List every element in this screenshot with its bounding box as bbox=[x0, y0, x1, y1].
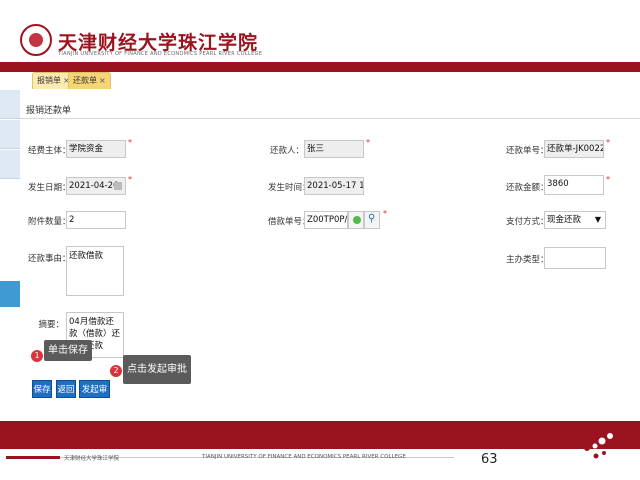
callout-submit: 点击发起审批 bbox=[123, 355, 191, 384]
summary-label: 摘要： bbox=[38, 320, 64, 330]
school-name-en: TIANJIN UNIVERSITY OF FINANCE AND ECONOM… bbox=[58, 51, 263, 57]
sidebar-item-active[interactable] bbox=[0, 281, 20, 307]
occur-date-label: 发生日期： bbox=[28, 183, 71, 193]
footer-school-name: 天津财经大学珠江学院 bbox=[64, 456, 120, 462]
submit-approval-button[interactable]: 发起审批 bbox=[79, 380, 110, 413]
callout-save: 单击保存 bbox=[44, 340, 92, 361]
repayment-reason-textarea[interactable]: 还款借款 bbox=[66, 246, 124, 296]
search-button[interactable]: ⚲ bbox=[364, 211, 380, 229]
handling-type-field[interactable] bbox=[544, 247, 606, 269]
status-dot-icon bbox=[353, 216, 361, 224]
footer-bar bbox=[0, 421, 640, 449]
header: 天津财经大学珠江学院 TIANJIN UNIVERSITY OF FINANCE… bbox=[0, 0, 640, 62]
save-button[interactable]: 保存 bbox=[32, 380, 52, 398]
back-button[interactable]: 返回 bbox=[56, 380, 76, 398]
repayer-field[interactable]: 张三 bbox=[304, 140, 364, 158]
header-bar bbox=[0, 62, 640, 72]
calendar-icon[interactable] bbox=[114, 182, 122, 190]
occur-date-value: 2021-04-26 bbox=[69, 181, 119, 191]
funding-entity-field[interactable]: 学院资金 bbox=[66, 140, 126, 158]
tab-repayment[interactable]: 还款单 × bbox=[68, 72, 111, 89]
footer-accent bbox=[6, 456, 60, 459]
chevron-down-icon: ▼ bbox=[594, 215, 601, 224]
required-mark: * bbox=[383, 209, 387, 218]
repayment-number-label: 还款单号： bbox=[506, 146, 549, 156]
payment-method-value: 现金还款 bbox=[547, 215, 582, 225]
sidebar-item[interactable] bbox=[0, 90, 20, 119]
handling-type-label: 主办类型： bbox=[506, 255, 549, 265]
attachment-count-label: 附件数量： bbox=[28, 217, 71, 227]
attachment-count-field[interactable]: 2 bbox=[66, 211, 126, 229]
required-mark: * bbox=[606, 175, 610, 184]
decoration-icon bbox=[584, 433, 613, 459]
occur-time-label: 发生时间： bbox=[268, 183, 311, 193]
school-logo-icon bbox=[20, 24, 52, 56]
sidebar bbox=[0, 90, 20, 180]
tab-label: 报销单 bbox=[37, 76, 61, 85]
repayer-label: 还款人： bbox=[269, 146, 304, 156]
required-mark: * bbox=[128, 175, 132, 184]
page-number: 63 bbox=[481, 452, 498, 467]
repayment-amount-field[interactable]: 3860 bbox=[544, 175, 604, 195]
section-title: 报销还款单 bbox=[26, 106, 72, 116]
status-button[interactable] bbox=[348, 211, 364, 229]
step-marker: 1 bbox=[31, 350, 43, 362]
close-icon[interactable]: × bbox=[99, 76, 106, 85]
sidebar-item[interactable] bbox=[0, 150, 20, 179]
repayment-number-field[interactable]: 还款单-JK0022109077 bbox=[544, 140, 604, 158]
required-mark: * bbox=[606, 138, 610, 147]
funding-entity-label: 经费主体： bbox=[28, 146, 71, 156]
repayment-reason-label: 还款事由： bbox=[28, 254, 71, 264]
search-icon: ⚲ bbox=[368, 213, 376, 224]
form-section: 报销还款单 bbox=[20, 100, 640, 119]
required-mark: * bbox=[128, 138, 132, 147]
loan-number-label: 借款单号： bbox=[268, 217, 311, 227]
loan-number-field[interactable]: Z00TP0P/2021 bbox=[304, 211, 348, 229]
occur-time-field[interactable]: 2021-05-17 10:12:13 bbox=[304, 177, 364, 195]
required-mark: * bbox=[366, 138, 370, 147]
step-marker: 2 bbox=[110, 365, 122, 377]
occur-date-field[interactable]: 2021-04-26 bbox=[66, 177, 126, 195]
tab-label: 还款单 bbox=[73, 76, 97, 85]
payment-method-select[interactable]: 现金还款 ▼ bbox=[544, 211, 606, 229]
footer-school-name-en: TIANJIN UNIVERSITY OF FINANCE AND ECONOM… bbox=[202, 454, 406, 460]
payment-method-label: 支付方式： bbox=[506, 217, 549, 227]
repayment-amount-label: 还款金额： bbox=[506, 183, 549, 193]
sidebar-item[interactable] bbox=[0, 120, 20, 149]
